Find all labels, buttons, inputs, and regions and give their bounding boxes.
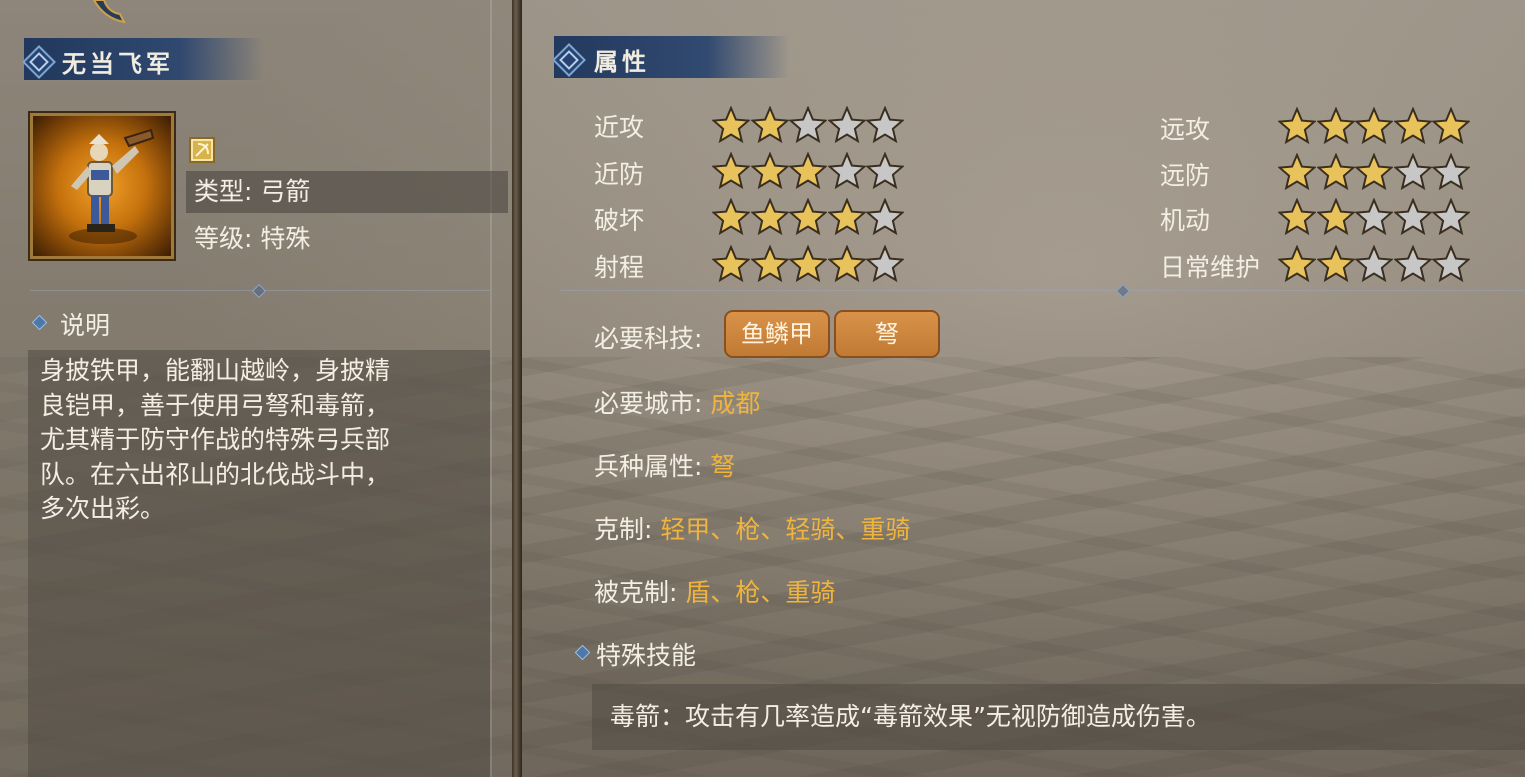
star-empty-icon	[1393, 198, 1432, 236]
star-filled-icon	[789, 152, 827, 190]
star-filled-icon	[1278, 245, 1316, 283]
star-empty-icon	[866, 106, 904, 144]
star-empty-icon	[1355, 245, 1393, 283]
description-line: 多次出彩。	[40, 494, 166, 523]
star-filled-icon	[1316, 153, 1355, 191]
tech-button-crossbow[interactable]: 弩	[834, 310, 940, 358]
description-title: 说明	[60, 311, 111, 340]
required-city-label: 必要城市:	[594, 389, 703, 418]
star-filled-icon	[1278, 153, 1316, 191]
star-filled-icon	[712, 106, 750, 144]
star-filled-icon	[1316, 198, 1355, 236]
star-empty-icon	[866, 245, 904, 283]
star-empty-icon	[1355, 198, 1393, 236]
unit-attribute: 兵种属性: 弩	[594, 447, 735, 483]
star-filled-icon	[827, 198, 866, 236]
description-line: 良铠甲，善于使用弓弩和毒箭，	[40, 390, 391, 420]
unit-attribute-value: 弩	[710, 452, 736, 481]
star-empty-icon	[1432, 153, 1470, 191]
stat-label-ranged-defense: 远防	[1160, 161, 1211, 190]
star-filled-icon	[712, 245, 750, 283]
stat-label-upkeep: 日常维护	[1160, 253, 1261, 282]
left-panel-edge	[490, 0, 492, 777]
attributes-title: 属性	[594, 47, 650, 76]
crossbow-class-icon	[189, 137, 215, 163]
required-tech-label: 必要科技:	[594, 324, 703, 353]
star-empty-icon	[1432, 245, 1470, 283]
star-empty-icon	[1432, 198, 1470, 236]
special-skill-title: 特殊技能	[596, 641, 697, 670]
star-filled-icon	[1432, 107, 1470, 145]
unit-name: 无当飞军	[62, 49, 174, 78]
star-empty-icon	[827, 106, 866, 144]
special-skill-text: 毒箭：攻击有几率造成“毒箭效果”无视防御造成伤害。	[610, 702, 1211, 731]
panel-divider	[512, 0, 522, 777]
stat-label-melee-attack: 近攻	[594, 113, 645, 142]
star-empty-icon	[866, 152, 904, 190]
right-separator	[560, 290, 1525, 291]
unit-portrait	[30, 113, 174, 259]
star-filled-icon	[1278, 198, 1316, 236]
archer-unit-portrait	[69, 128, 155, 244]
weapon-tip-ornament	[92, 0, 126, 24]
star-filled-icon	[827, 245, 866, 283]
star-filled-icon	[1355, 153, 1393, 191]
star-empty-icon	[1393, 245, 1432, 283]
tech-button-fish-scale-armor[interactable]: 鱼鳞甲	[724, 310, 830, 358]
unit-attribute-label: 兵种属性:	[594, 452, 703, 481]
counters-label: 克制:	[594, 515, 653, 544]
star-filled-icon	[789, 198, 827, 236]
required-city: 必要城市: 成都	[594, 384, 760, 420]
description-line: 队。在六出祁山的北伐战斗中，	[40, 459, 391, 489]
counters-value: 轻甲、枪、轻骑、重骑	[660, 515, 911, 544]
star-filled-icon	[1355, 107, 1393, 145]
stat-label-range: 射程	[594, 253, 645, 282]
star-filled-icon	[1316, 107, 1355, 145]
star-filled-icon	[789, 245, 827, 283]
countered-by-value: 盾、枪、重骑	[685, 578, 836, 607]
stat-label-melee-defense: 近防	[594, 160, 645, 189]
countered-by-label: 被克制:	[594, 578, 678, 607]
description-line: 身披铁甲，能翻山越岭，身披精	[40, 356, 391, 385]
counters: 克制: 轻甲、枪、轻骑、重骑	[594, 510, 910, 546]
description-line: 尤其精于防守作战的特殊弓兵部	[40, 425, 391, 454]
attributes-header	[554, 36, 790, 78]
star-filled-icon	[750, 152, 789, 190]
star-empty-icon	[866, 198, 904, 236]
star-empty-icon	[827, 152, 866, 190]
star-filled-icon	[712, 152, 750, 190]
star-empty-icon	[1393, 153, 1432, 191]
description-text: 身披铁甲，能翻山越岭，身披精 良铠甲，善于使用弓弩和毒箭， 尤其精于防守作战的特…	[40, 354, 440, 527]
required-city-value: 成都	[710, 389, 761, 418]
stat-label-mobility: 机动	[1160, 206, 1211, 235]
star-filled-icon	[1316, 245, 1355, 283]
star-filled-icon	[1393, 107, 1432, 145]
star-filled-icon	[750, 198, 789, 236]
star-filled-icon	[750, 106, 789, 144]
stat-label-ranged-attack: 远攻	[1160, 115, 1211, 144]
star-filled-icon	[712, 198, 750, 236]
unit-level: 等级: 特殊	[194, 224, 311, 253]
star-filled-icon	[750, 245, 789, 283]
countered-by: 被克制: 盾、枪、重骑	[594, 573, 835, 609]
unit-type: 类型: 弓箭	[186, 171, 508, 213]
stat-label-destruction: 破坏	[594, 206, 645, 235]
star-filled-icon	[1278, 107, 1316, 145]
star-empty-icon	[789, 106, 827, 144]
